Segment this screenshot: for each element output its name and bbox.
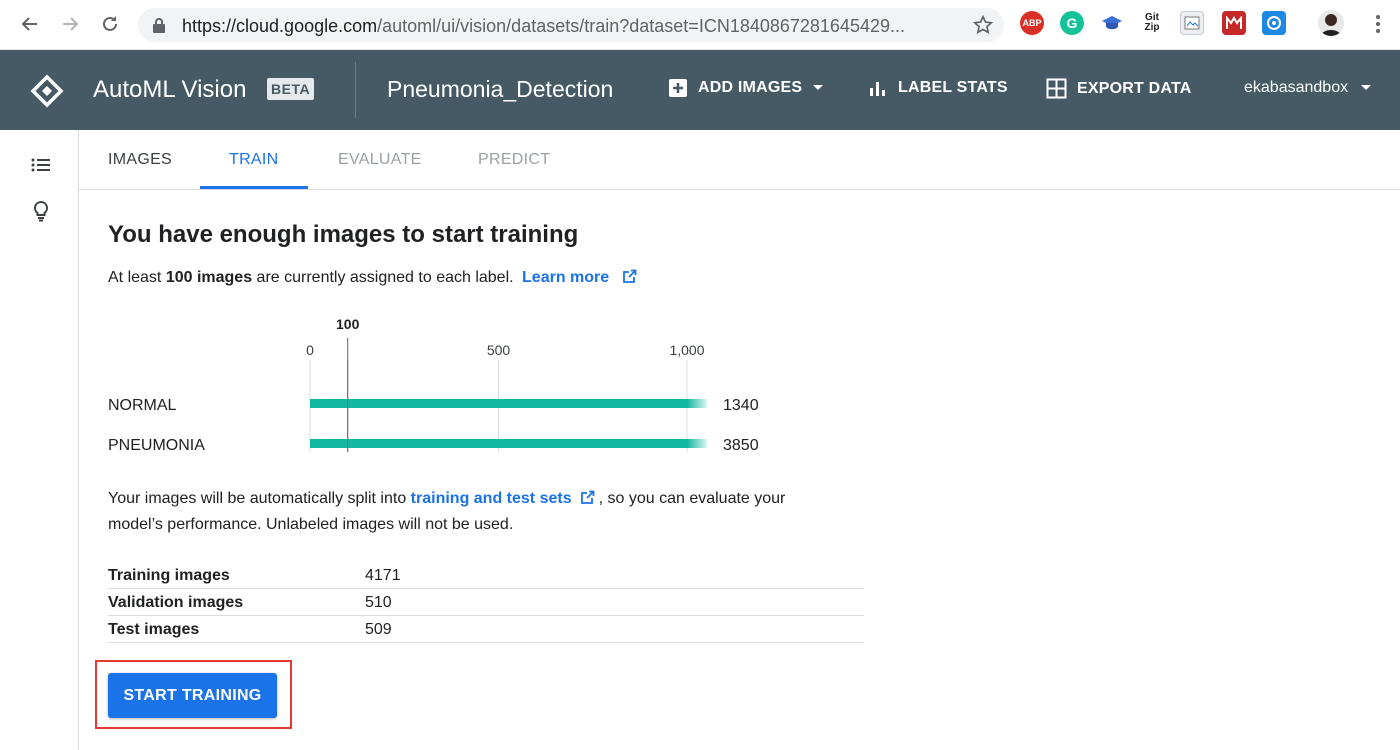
x-tick-label: 500 — [487, 342, 511, 358]
value-label: 3850 — [723, 437, 759, 454]
tab-train[interactable]: TRAIN — [229, 151, 279, 169]
table-row: Training images 4171 — [108, 562, 864, 589]
url-text: https://cloud.google.com/automl/ui/visio… — [182, 16, 905, 36]
adblock-extension-icon[interactable]: ABP — [1020, 11, 1044, 35]
gitzip-extension-icon[interactable]: Git Zip — [1140, 11, 1164, 35]
open-in-new-icon[interactable] — [622, 269, 637, 284]
forward-icon[interactable] — [58, 12, 82, 36]
address-bar[interactable]: https://cloud.google.com/automl/ui/visio… — [138, 8, 1004, 42]
tab-images[interactable]: IMAGES — [108, 151, 172, 169]
x-tick-label: 0 — [306, 342, 314, 358]
add-box-icon — [669, 79, 687, 97]
add-images-label: ADD IMAGES — [698, 79, 803, 96]
stat-value: 510 — [365, 594, 392, 611]
product-title: AutoML Vision — [93, 76, 247, 103]
automl-logo-icon[interactable] — [30, 74, 64, 108]
tab-evaluate[interactable]: EVALUATE — [338, 151, 422, 169]
stat-value: 509 — [365, 621, 392, 638]
value-label: 1340 — [723, 397, 759, 414]
add-images-button[interactable]: ADD IMAGES — [668, 78, 824, 98]
lock-icon — [152, 17, 166, 38]
label-stats-button[interactable]: LABEL STATS — [868, 78, 1008, 98]
bookmark-star-icon[interactable] — [972, 14, 994, 41]
dropdown-arrow-icon — [813, 85, 824, 90]
target-extension-icon[interactable] — [1262, 11, 1286, 35]
training-test-sets-link[interactable]: training and test sets — [411, 490, 572, 507]
app-header: AutoML Vision BETA Pneumonia_Detection A… — [0, 50, 1400, 130]
category-label: NORMAL — [108, 397, 177, 414]
browser-toolbar: https://cloud.google.com/automl/ui/visio… — [0, 0, 1400, 50]
category-label: PNEUMONIA — [108, 437, 205, 454]
grid-icon — [1046, 78, 1067, 99]
active-tab-indicator — [200, 186, 308, 189]
open-in-new-icon[interactable] — [580, 490, 595, 505]
beta-badge: BETA — [267, 78, 315, 100]
export-data-button[interactable]: EXPORT DATA — [1046, 78, 1192, 99]
list-icon[interactable] — [30, 154, 52, 176]
label-distribution-chart: 0 500 1,000 100 NORMAL 1340 PNEUMONIA 3850 — [108, 316, 759, 454]
back-icon[interactable] — [18, 12, 42, 36]
bar-chart-icon — [870, 82, 885, 96]
x-tick-label: 1,000 — [669, 342, 704, 358]
stat-label: Test images — [108, 621, 200, 638]
threshold-label: 100 — [336, 316, 360, 332]
account-name: ekabasandbox — [1244, 79, 1349, 96]
account-dropdown-icon — [1361, 85, 1372, 90]
graduation-cap-extension-icon[interactable] — [1100, 11, 1124, 35]
label-stats-label: LABEL STATS — [898, 79, 1008, 96]
stat-label: Training images — [108, 567, 230, 584]
export-data-label: EXPORT DATA — [1077, 79, 1192, 97]
bar — [310, 439, 707, 448]
tab-predict[interactable]: PREDICT — [478, 151, 550, 169]
stat-label: Validation images — [108, 594, 244, 611]
profile-avatar[interactable] — [1318, 10, 1344, 36]
page-title: You have enough images to start training — [108, 221, 579, 248]
grammarly-extension-icon[interactable]: G — [1060, 11, 1084, 35]
metamask-extension-icon[interactable] — [1222, 11, 1246, 35]
table-row: Test images 509 — [108, 616, 864, 643]
requirement-text: At least 100 images are currently assign… — [108, 269, 637, 287]
learn-more-link[interactable]: Learn more — [522, 269, 609, 286]
table-row: Validation images 510 — [108, 589, 864, 616]
bar — [310, 399, 707, 408]
tab-bar: IMAGES TRAIN EVALUATE PREDICT — [79, 130, 1400, 190]
dataset-name: Pneumonia_Detection — [387, 76, 614, 102]
reload-icon[interactable] — [98, 12, 122, 36]
account-switcher[interactable]: ekabasandbox — [1244, 79, 1372, 97]
split-description: Your images will be automatically split … — [108, 490, 786, 533]
browser-menu-icon[interactable] — [1366, 12, 1390, 36]
header-divider — [355, 62, 356, 118]
start-training-button[interactable]: START TRAINING — [108, 673, 277, 718]
screenshot-extension-icon[interactable] — [1180, 11, 1204, 35]
image-split-table: Training images 4171 Validation images 5… — [108, 562, 864, 643]
stat-value: 4171 — [365, 567, 401, 584]
lightbulb-icon[interactable] — [30, 200, 52, 222]
